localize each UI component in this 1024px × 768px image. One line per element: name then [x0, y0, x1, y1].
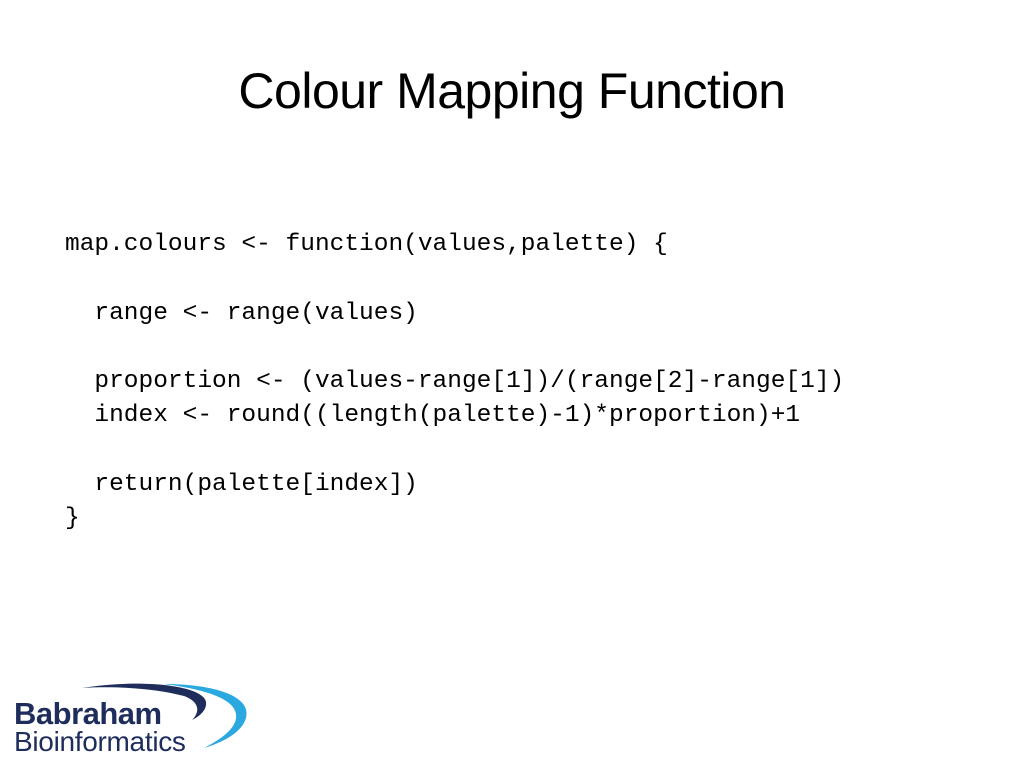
code-line: range <- range(values)	[65, 299, 418, 327]
code-line: proportion <- (values-range[1])/(range[2…	[65, 368, 845, 396]
code-line: }	[65, 505, 80, 533]
babraham-logo: Babraham Bioinformatics	[14, 680, 254, 760]
code-line: index <- round((length(palette)-1)*propo…	[65, 402, 801, 430]
code-line: return(palette[index])	[65, 471, 418, 499]
logo-line2: Bioinformatics	[14, 726, 186, 757]
slide-title: Colour Mapping Function	[238, 63, 786, 119]
code-line: map.colours <- function(values,palette) …	[65, 231, 668, 258]
code-block: map.colours <- function(values,palette) …	[65, 228, 844, 537]
